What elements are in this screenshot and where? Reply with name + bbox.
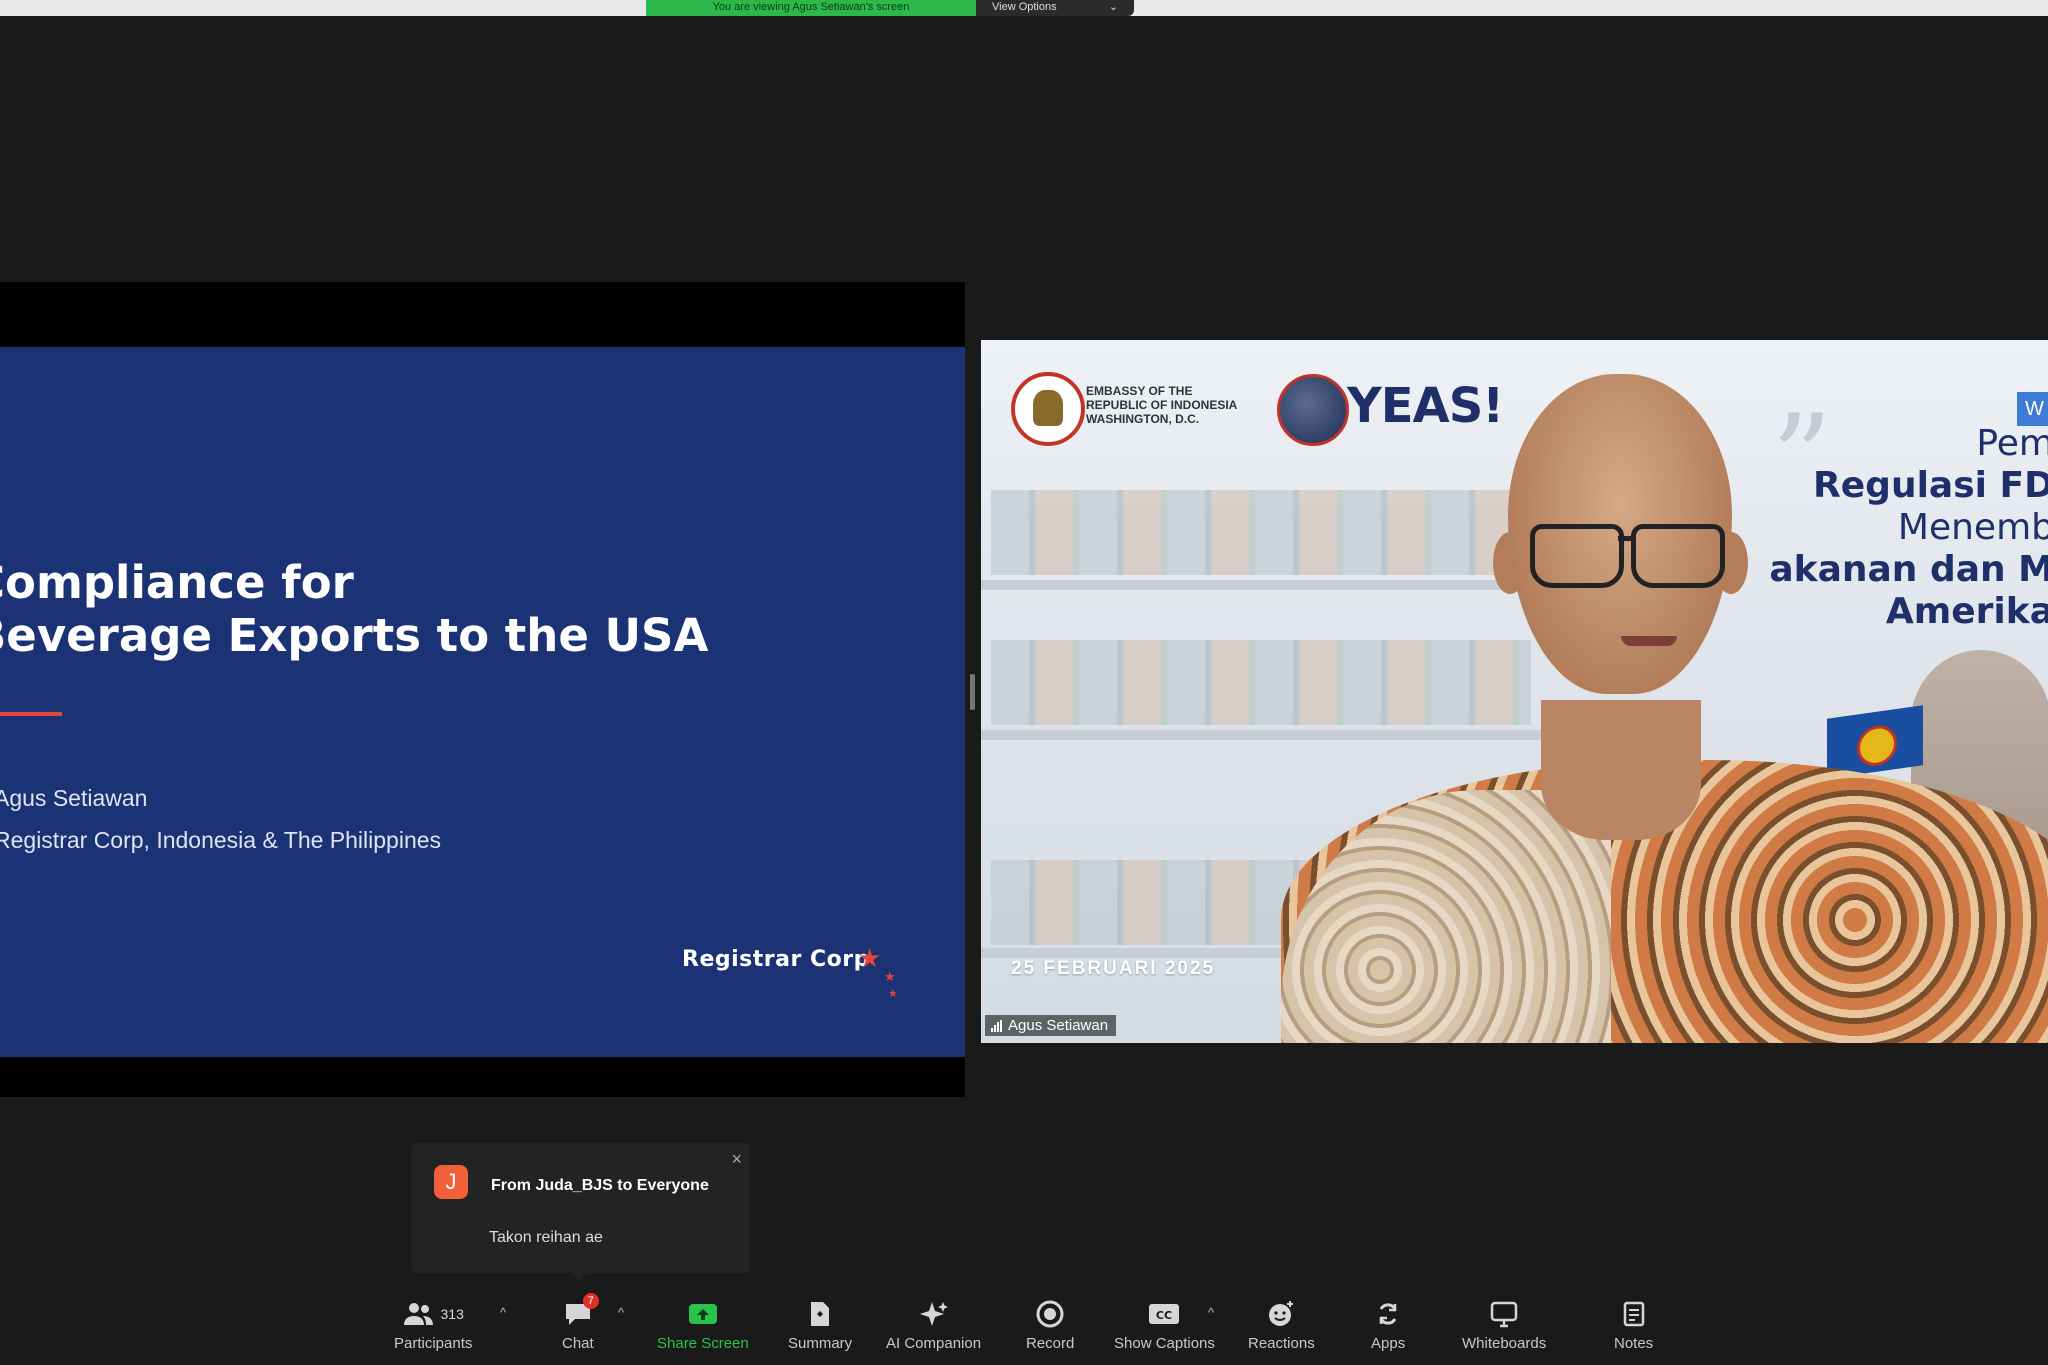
notes-button[interactable]: Notes <box>1614 1297 1653 1352</box>
participants-options-caret[interactable]: ^ <box>500 1305 506 1320</box>
participants-label: Participants <box>394 1335 473 1352</box>
share-screen-icon <box>688 1304 717 1324</box>
show-captions-label: Show Captions <box>1114 1335 1215 1352</box>
view-options-button[interactable]: View Options ⌄ <box>976 0 1134 16</box>
notes-label: Notes <box>1614 1335 1654 1352</box>
viewing-banner-text: You are viewing Agus Setiawan's screen <box>646 0 976 16</box>
chat-button[interactable]: 7 Chat <box>562 1293 599 1352</box>
connection-signal-icon <box>991 1019 1002 1032</box>
summary-label: Summary <box>788 1335 853 1352</box>
chat-sender: From Juda_BJS to Everyone <box>491 1177 709 1194</box>
record-icon <box>1036 1300 1064 1328</box>
chevron-down-icon: ⌄ <box>1108 1 1118 13</box>
ai-companion-label: AI Companion <box>886 1335 982 1352</box>
chat-message: Takon reihan ae <box>489 1229 603 1246</box>
slide-accent-line <box>0 712 62 716</box>
share-screen-label: Share Screen <box>657 1335 749 1352</box>
participant-name-tag: Agus Setiawan <box>985 1015 1117 1036</box>
svg-text:CC: CC <box>1156 1309 1172 1322</box>
slide-title-line-2: Beverage Exports to the USA <box>0 609 709 662</box>
share-screen-button[interactable]: Share Screen <box>657 1297 749 1352</box>
logo-star-icon: ★ <box>884 969 896 984</box>
slide-subtitle: Agus Setiawan Registrar Corp, Indonesia … <box>0 777 441 861</box>
participant-video[interactable]: EMBASSY OF THE REPUBLIC OF INDONESIA WAS… <box>981 340 2048 1043</box>
ai-companion-button[interactable]: AI Companion <box>886 1297 981 1352</box>
logo-star-icon: ★ <box>888 988 898 1000</box>
chat-options-caret[interactable]: ^ <box>618 1305 624 1320</box>
apps-label: Apps <box>1371 1335 1406 1352</box>
viewing-banner: You are viewing Agus Setiawan's screen V… <box>646 0 1134 16</box>
reactions-button[interactable]: Reactions <box>1248 1297 1315 1352</box>
reactions-icon <box>1269 1301 1294 1326</box>
slide-region: Registrar Corp, Indonesia & The Philippi… <box>0 827 442 853</box>
split-view-handle[interactable] <box>970 674 975 710</box>
captions-icon: CC <box>1149 1304 1180 1324</box>
record-label: Record <box>1026 1335 1075 1352</box>
chat-unread-badge: 7 <box>582 1293 599 1309</box>
participant-name: Agus Setiawan <box>1008 1017 1109 1034</box>
registrar-corp-logo: Registrar Corp <box>682 947 870 972</box>
record-button[interactable]: Record <box>1026 1297 1074 1352</box>
whiteboards-label: Whiteboards <box>1462 1335 1547 1352</box>
summary-button[interactable]: Summary <box>788 1297 852 1352</box>
summary-icon <box>811 1302 830 1326</box>
reactions-label: Reactions <box>1248 1335 1315 1352</box>
whiteboards-button[interactable]: Whiteboards <box>1462 1297 1546 1352</box>
participant-count: 313 <box>440 1306 464 1322</box>
chat-notification[interactable]: J From Juda_BJS to Everyone Takon reihan… <box>411 1143 750 1281</box>
slide-title-line-1: Compliance for <box>0 556 354 609</box>
apps-button[interactable]: Apps <box>1371 1297 1405 1352</box>
ai-companion-icon <box>919 1302 948 1326</box>
close-icon[interactable]: × <box>731 1149 742 1170</box>
notes-icon <box>1623 1301 1644 1327</box>
participants-icon <box>403 1303 433 1325</box>
view-options-label: View Options <box>992 1 1057 13</box>
show-captions-button[interactable]: CC Show Captions <box>1114 1297 1215 1352</box>
whiteboards-icon <box>1490 1301 1518 1328</box>
participant-person <box>981 340 2048 1043</box>
logo-star-icon: ★ <box>858 943 882 973</box>
participants-button[interactable]: 313 Participants <box>394 1297 472 1352</box>
apps-icon <box>1379 1303 1397 1325</box>
captions-options-caret[interactable]: ^ <box>1208 1305 1214 1320</box>
slide-title: Compliance for Beverage Exports to the U… <box>0 557 708 663</box>
chat-label: Chat <box>562 1335 594 1352</box>
avatar: J <box>434 1165 468 1199</box>
presentation-slide: Compliance for Beverage Exports to the U… <box>0 347 965 1057</box>
slide-presenter: Agus Setiawan <box>0 785 148 811</box>
meeting-toolbar: 313 Participants ^ 7 Chat ^ Share Screen… <box>0 1285 2048 1365</box>
